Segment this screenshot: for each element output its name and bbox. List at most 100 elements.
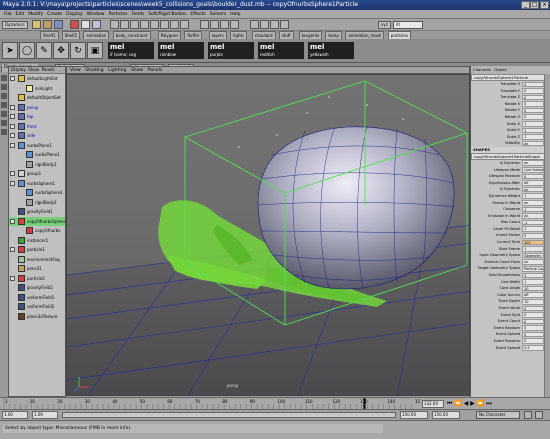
channel-row[interactable]: Is Dynamic on [471, 186, 550, 193]
channel-row[interactable]: Cone Angle 10 [471, 285, 550, 292]
end-time-field[interactable]: 150.00 [432, 411, 460, 419]
channel-value-field[interactable]: on [522, 160, 544, 167]
outliner-item[interactable]: nurbsPlane1 [9, 141, 65, 151]
channel-row[interactable]: Rotate X0 [471, 101, 550, 108]
menu-item[interactable]: Edit [16, 10, 25, 18]
snap-view-icon[interactable] [230, 20, 239, 29]
channel-value-field[interactable]: 0 [522, 325, 544, 331]
channel-row[interactable]: Translate Z0 [471, 94, 550, 101]
channel-value-field[interactable]: 0 [522, 232, 544, 239]
channel-value-field[interactable]: 0.5 [522, 345, 544, 351]
channel-value-field[interactable]: on [522, 259, 544, 265]
shelf-tab[interactable]: tangents [298, 31, 323, 39]
channel-value-field[interactable]: off [522, 180, 544, 186]
snap-curve-icon[interactable] [210, 20, 219, 29]
key-icon[interactable] [524, 411, 532, 419]
channel-row[interactable]: Event Value 0 [471, 305, 550, 312]
expand-toggle-icon[interactable] [10, 171, 15, 176]
tool-icon[interactable] [1, 102, 7, 108]
channel-row[interactable]: Scale Y1 [471, 127, 550, 134]
channel-value-field[interactable]: 102 [522, 239, 544, 246]
channel-row[interactable]: Trace Depth 10 [471, 298, 550, 305]
menuset-dropdown[interactable]: Dynamics [2, 21, 28, 29]
channel-row[interactable]: Input Geometry SpaceGeometry Lo [471, 252, 550, 259]
mask-surface-icon[interactable] [140, 20, 149, 29]
select-hierarchy-icon[interactable] [70, 20, 79, 29]
time-slider[interactable]: 1102030405060708090100110120130140150 13… [0, 397, 550, 409]
new-scene-icon[interactable] [32, 20, 41, 29]
menu-item[interactable]: Create [47, 10, 62, 18]
selection-mode-label[interactable]: xyz [378, 21, 391, 29]
outliner-item[interactable]: rigidBody2 [9, 198, 65, 208]
channel-row[interactable]: Translate Y0 [471, 88, 550, 95]
render-globals-icon[interactable] [280, 20, 289, 29]
outliner-item[interactable]: nurbsPlane1 [9, 150, 65, 160]
mel-shelf-button[interactable]: mel rainbow [158, 42, 204, 59]
outliner-item[interactable]: gravityField2 [9, 283, 65, 293]
menu-item[interactable]: Window [87, 10, 105, 18]
range-bar[interactable] [62, 412, 396, 418]
lasso-tool-icon[interactable]: ◯ [19, 42, 35, 59]
channel-row[interactable]: Lifespan Random 0 [471, 173, 550, 180]
maximize-button[interactable]: □ [530, 1, 539, 9]
outliner-item[interactable]: sunLight [9, 84, 65, 94]
channel-value-field[interactable]: off [522, 292, 544, 298]
channel-value-field[interactable]: 0 [522, 101, 544, 107]
history-icon[interactable] [250, 20, 259, 29]
menu-item[interactable]: Modify [28, 10, 43, 18]
channel-value-field[interactable]: 0 [522, 331, 544, 338]
shelf-tab[interactable]: stuff [278, 31, 294, 39]
tool-icon[interactable] [1, 75, 7, 81]
start-time-field[interactable]: 1.00 [2, 411, 28, 419]
viewport-menu-lighting[interactable]: Lighting [108, 68, 126, 73]
channel-value-field[interactable]: 0 [522, 88, 544, 94]
channel-row[interactable]: Color Accum off [471, 292, 550, 299]
viewport-3d[interactable]: persp [66, 74, 470, 396]
viewport-menu-panels[interactable]: Panels [148, 68, 162, 73]
outliner-item[interactable]: pencil1 [9, 264, 65, 274]
outliner-item[interactable]: front [9, 122, 65, 132]
channel-row[interactable]: Event Split 0 [471, 312, 550, 319]
channel-value-field[interactable]: 3 [522, 272, 544, 279]
shelf-tab[interactable]: particles [387, 31, 411, 39]
channel-row[interactable]: Current Time 102 [471, 239, 550, 246]
outliner-menu-show[interactable]: Show [28, 67, 39, 72]
channel-row[interactable]: Expressions After off [471, 180, 550, 187]
channel-value-field[interactable]: Particle Loca [522, 265, 544, 272]
channel-value-field[interactable]: 10 [522, 285, 544, 292]
mask-joint-icon[interactable] [120, 20, 129, 29]
mel-shelf-button[interactable]: mel purple [208, 42, 254, 59]
channel-row[interactable]: Scale X1 [471, 121, 550, 128]
tab-channels[interactable]: Channels [473, 67, 491, 72]
current-frame-marker[interactable] [363, 398, 366, 409]
channel-row[interactable]: Max Count -1 [471, 219, 550, 226]
expand-toggle-icon[interactable] [10, 76, 15, 81]
menu-item[interactable]: Display [66, 10, 83, 18]
channel-value-field[interactable]: 1 [522, 121, 544, 127]
outliner-item[interactable]: instancer1 [9, 236, 65, 246]
outliner-menu-panels[interactable]: Panels [42, 67, 55, 72]
channel-value-field[interactable]: 0 [522, 114, 544, 121]
menu-item[interactable]: Solvers [210, 10, 227, 18]
expand-toggle-icon[interactable] [10, 114, 15, 119]
shelf-tab[interactable]: body_constraint [112, 31, 151, 39]
channel-value-field[interactable]: 0 [522, 318, 544, 325]
shelf-tab[interactable]: animation_mask [345, 31, 385, 39]
channel-value-field[interactable]: 0 [522, 81, 544, 88]
scale-tool-icon[interactable]: ▣ [87, 42, 103, 59]
channel-value-field[interactable]: on [522, 186, 544, 193]
outliner-menu-display[interactable]: Display [11, 67, 26, 72]
menu-item[interactable]: Effects [190, 10, 205, 18]
menu-item[interactable]: Soft/Rigid Bodies [148, 10, 186, 18]
menu-item[interactable]: Particles [108, 10, 127, 18]
menu-item[interactable]: Help [230, 10, 240, 18]
menu-item[interactable]: Fields [131, 10, 144, 18]
expand-toggle-icon[interactable] [10, 275, 15, 281]
shelf-tab[interactable]: Shelf2 [61, 31, 81, 39]
play-back-icon[interactable]: ◀ [464, 400, 469, 407]
channel-value-field[interactable]: 1 [522, 193, 544, 199]
channel-row[interactable]: Rotate Z0 [471, 114, 550, 121]
channel-value-field[interactable]: 10 [522, 298, 544, 305]
play-icon[interactable]: ▶ [470, 400, 475, 407]
channel-scrollbar[interactable] [544, 74, 550, 397]
